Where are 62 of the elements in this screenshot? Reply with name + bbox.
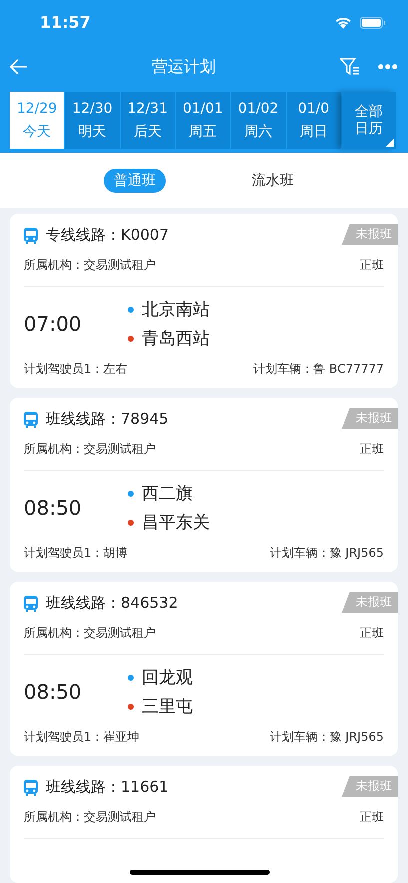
schedule-card[interactable]: 班线线路：11661 未报班 所属机构：交易测试租户 正班 bbox=[10, 766, 398, 883]
calendar-button[interactable]: 全部日历 bbox=[342, 92, 396, 149]
bus-icon bbox=[24, 596, 38, 612]
vehicle-text: 计划车辆：豫 JRJ565 bbox=[270, 729, 384, 746]
status-tag: 未报班 bbox=[342, 776, 398, 797]
status-tag: 未报班 bbox=[342, 592, 398, 613]
date-tab[interactable]: 01/0 周日 bbox=[286, 92, 342, 149]
schedule-card[interactable]: 班线线路：846532 未报班 所属机构：交易测试租户 正班 08:50 回龙观 三里屯 计划驾驶员1：崔亚坤 计划车辆：豫 JRJ565 bbox=[10, 582, 398, 756]
wifi-icon bbox=[335, 16, 352, 28]
corner-triangle-icon bbox=[386, 139, 394, 147]
start-dot-icon bbox=[128, 306, 134, 312]
battery-icon bbox=[360, 16, 386, 28]
segment-tab[interactable]: 普通班 bbox=[104, 168, 166, 192]
vehicle-text: 计划车辆：豫 JRJ565 bbox=[270, 545, 384, 562]
arrival-station: 青岛西站 bbox=[142, 328, 210, 350]
date-tab[interactable]: 01/01 周五 bbox=[176, 92, 232, 149]
page-title: 营运计划 bbox=[152, 56, 216, 78]
start-dot-icon bbox=[128, 490, 134, 496]
shift-type-text: 正班 bbox=[360, 441, 384, 458]
arrival-station: 昌平东关 bbox=[142, 512, 210, 534]
end-dot-icon bbox=[128, 704, 134, 710]
back-arrow-icon[interactable] bbox=[10, 59, 28, 75]
departure-time: 08:50 bbox=[24, 496, 83, 520]
driver-text: 计划驾驶员1：左右 bbox=[24, 361, 128, 378]
bus-icon bbox=[24, 412, 38, 428]
route-title: 班线线路：78945 bbox=[46, 410, 169, 429]
route-title: 班线线路：846532 bbox=[46, 594, 178, 613]
schedule-card[interactable]: 班线线路：78945 未报班 所属机构：交易测试租户 正班 08:50 西二旗 昌平东关 计划驾驶员1：胡博 计划车辆：豫 JRJ565 bbox=[10, 398, 398, 572]
shift-type-text: 正班 bbox=[360, 809, 384, 826]
status-time: 11:57 bbox=[40, 13, 91, 32]
arrival-station: 三里屯 bbox=[142, 696, 193, 718]
filter-icon[interactable] bbox=[340, 57, 360, 77]
route-title: 专线线路：K0007 bbox=[46, 226, 170, 245]
departure-time: 08:50 bbox=[24, 680, 83, 704]
vehicle-text: 计划车辆：鲁 BC77777 bbox=[254, 361, 384, 378]
organization-text: 所属机构：交易测试租户 bbox=[24, 625, 156, 642]
end-dot-icon bbox=[128, 520, 134, 526]
status-tag: 未报班 bbox=[342, 408, 398, 429]
shift-type-text: 正班 bbox=[360, 257, 384, 274]
more-icon[interactable] bbox=[378, 64, 398, 70]
route-title: 班线线路：11661 bbox=[46, 778, 169, 797]
status-tag: 未报班 bbox=[342, 224, 398, 245]
bus-icon bbox=[24, 780, 38, 796]
departure-station: 西二旗 bbox=[142, 483, 193, 505]
departure-time: 07:00 bbox=[24, 312, 83, 336]
end-dot-icon bbox=[128, 336, 134, 342]
departure-station: 回龙观 bbox=[142, 667, 193, 689]
organization-text: 所属机构：交易测试租户 bbox=[24, 441, 156, 458]
bus-icon bbox=[24, 228, 38, 244]
date-tab[interactable]: 01/02 周六 bbox=[231, 92, 287, 149]
segment-tab[interactable]: 流水班 bbox=[242, 168, 304, 192]
date-tab[interactable]: 12/30 明天 bbox=[65, 92, 121, 149]
start-dot-icon bbox=[128, 674, 134, 680]
date-tab[interactable]: 12/31 后天 bbox=[120, 92, 176, 149]
organization-text: 所属机构：交易测试租户 bbox=[24, 257, 156, 274]
organization-text: 所属机构：交易测试租户 bbox=[24, 809, 156, 826]
schedule-card[interactable]: 专线线路：K0007 未报班 所属机构：交易测试租户 正班 07:00 北京南站 青岛西站 计划驾驶员1：左右 计划车辆：鲁 BC77777 bbox=[10, 214, 398, 388]
driver-text: 计划驾驶员1：胡博 bbox=[24, 545, 128, 562]
departure-station: 北京南站 bbox=[142, 299, 210, 321]
driver-text: 计划驾驶员1：崔亚坤 bbox=[24, 729, 140, 746]
shift-type-text: 正班 bbox=[360, 625, 384, 642]
date-tab[interactable]: 12/29 今天 bbox=[10, 92, 66, 149]
